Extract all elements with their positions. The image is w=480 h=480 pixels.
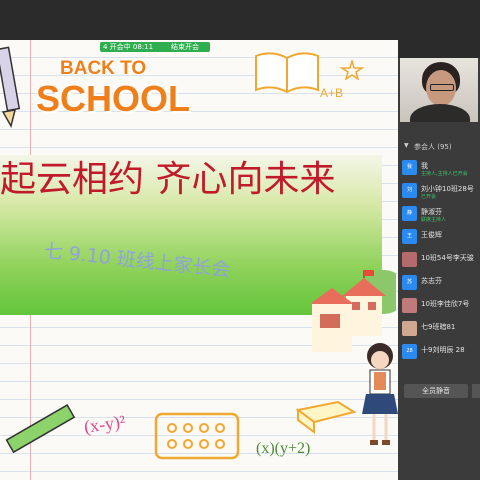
block-icon: [295, 400, 357, 434]
participant-row[interactable]: 苏苏志芬: [400, 273, 478, 293]
open-book-icon: [255, 52, 319, 94]
participant-name: 10班李佳欣7号: [421, 300, 470, 308]
participant-row[interactable]: 10班李佳欣7号: [400, 296, 478, 316]
pencil-bottom-icon: [5, 404, 76, 454]
glasses-shape: [430, 84, 454, 91]
eraser-icon: [154, 412, 240, 460]
avatar: [402, 252, 417, 267]
participant-name: 七9班暗81: [421, 323, 456, 331]
school-text: SCHOOL: [36, 78, 191, 119]
avatar: 我: [402, 160, 417, 175]
avatar: 刘: [402, 183, 417, 198]
participant-role: 联席主持人: [421, 217, 447, 223]
meeting-status-pill[interactable]: 4 开会中 08:11: [100, 42, 172, 52]
participant-row[interactable]: 28 十9刘明辰 28: [400, 342, 478, 362]
math-ab-text: A+B: [320, 86, 344, 100]
participant-row[interactable]: 10班54号李天骏: [400, 250, 478, 270]
participant-row[interactable]: 我我主持人,主持人已开会: [400, 158, 478, 178]
back-to-text: BACK TO: [60, 58, 147, 79]
chevron-down-icon: ▼: [404, 142, 409, 149]
student-girl-icon: [362, 343, 398, 445]
participant-row[interactable]: 七9班暗81: [400, 319, 478, 339]
end-share-button[interactable]: 结束开会: [168, 42, 210, 52]
avatar: [402, 321, 417, 336]
participant-name: 王俊辉: [421, 231, 442, 239]
star-icon: [340, 60, 364, 80]
participant-role: 已开会: [421, 194, 437, 200]
formula-text-2: (x)(y+2): [256, 440, 311, 457]
video-tile[interactable]: [400, 58, 478, 122]
share-status-bar: 4 开会中 08:11 结束开会: [0, 40, 398, 54]
participant-name: 十9刘明辰 28: [421, 346, 465, 354]
avatar: 王: [402, 229, 417, 244]
avatar: 苏: [402, 275, 417, 290]
participant-row[interactable]: 王王俊辉: [400, 227, 478, 247]
avatar: 静: [402, 206, 417, 221]
participant-name: 10班54号李天骏: [421, 254, 474, 262]
more-button[interactable]: [472, 384, 480, 398]
avatar: 28: [402, 344, 417, 359]
participants-header[interactable]: ▼ 参会人 (95): [400, 140, 478, 154]
slide-title: 起云相约 齐心向未来: [0, 159, 336, 200]
participants-count-label: 参会人 (95): [414, 143, 452, 151]
participant-role: 主持人,主持人已开会: [421, 171, 468, 177]
participant-row[interactable]: 静静淑芬 联席主持人: [400, 204, 478, 224]
mute-all-button[interactable]: 全员静音: [404, 384, 468, 398]
participant-name: 苏志芬: [421, 277, 442, 285]
participant-row[interactable]: 刘刘小钟10班28号 已开会: [400, 181, 478, 201]
pencil-icon: [0, 46, 21, 128]
avatar: [402, 298, 417, 313]
